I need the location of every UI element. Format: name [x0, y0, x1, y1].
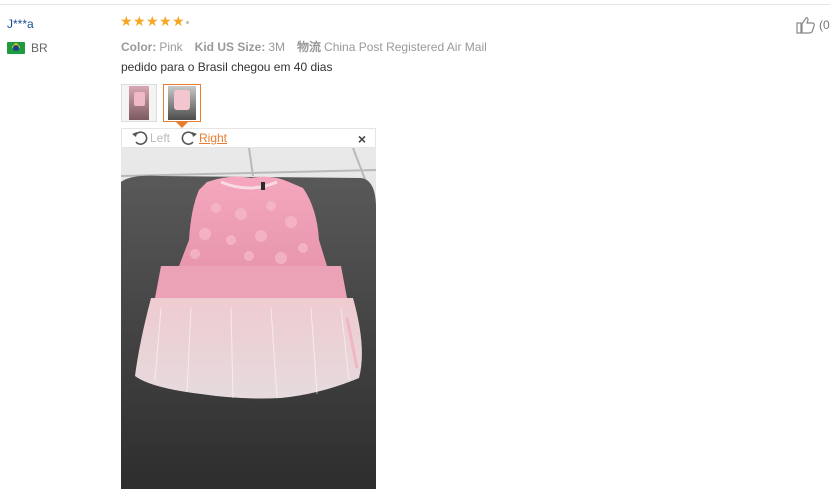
star-icon: ★: [172, 13, 185, 29]
divider: [0, 4, 830, 5]
helpful-button[interactable]: (0: [796, 16, 830, 34]
rating-dot: [186, 21, 189, 24]
order-attributes: Color: Pink Kid US Size: 3M 物流 China Pos…: [121, 38, 499, 55]
close-icon[interactable]: ×: [358, 131, 366, 147]
review-photo-large: [121, 148, 376, 489]
rotate-left-button[interactable]: Left: [131, 130, 170, 146]
attr-value-color: Pink: [159, 40, 183, 54]
reviewer-name[interactable]: J***a: [7, 17, 34, 31]
rotate-right-label: Right: [199, 131, 228, 145]
star-rating: ★ ★ ★ ★ ★: [120, 13, 185, 29]
photo-viewer-toolbar: Left Right ×: [121, 128, 376, 148]
attr-key-shipping: 物流: [297, 40, 322, 54]
attr-key-color: Color:: [121, 40, 157, 54]
rotate-left-label: Left: [150, 131, 171, 145]
review-text: pedido para o Brasil chegou em 40 dias: [121, 60, 333, 74]
review-photo-thumbnail-2[interactable]: [163, 84, 201, 122]
star-icon: ★: [159, 13, 172, 29]
star-icon: ★: [133, 13, 146, 29]
star-icon: ★: [120, 13, 133, 29]
attr-value-size: 3M: [268, 40, 286, 54]
star-icon: ★: [146, 13, 159, 29]
attr-value-shipping: China Post Registered Air Mail: [324, 40, 487, 54]
rotate-left-icon: [132, 131, 148, 145]
helpful-count: (0: [819, 18, 830, 32]
rotate-right-button[interactable]: Right: [180, 130, 227, 146]
country-code: BR: [31, 41, 48, 55]
thumbs-up-icon: [796, 17, 815, 34]
rotate-right-icon: [181, 131, 197, 145]
attr-key-size: Kid US Size:: [194, 40, 266, 54]
dress-photo: [121, 148, 376, 489]
review-photo-thumbnail-1[interactable]: [121, 84, 157, 122]
reviewer-country: BR: [7, 41, 48, 55]
brazil-flag-icon: [7, 42, 25, 54]
